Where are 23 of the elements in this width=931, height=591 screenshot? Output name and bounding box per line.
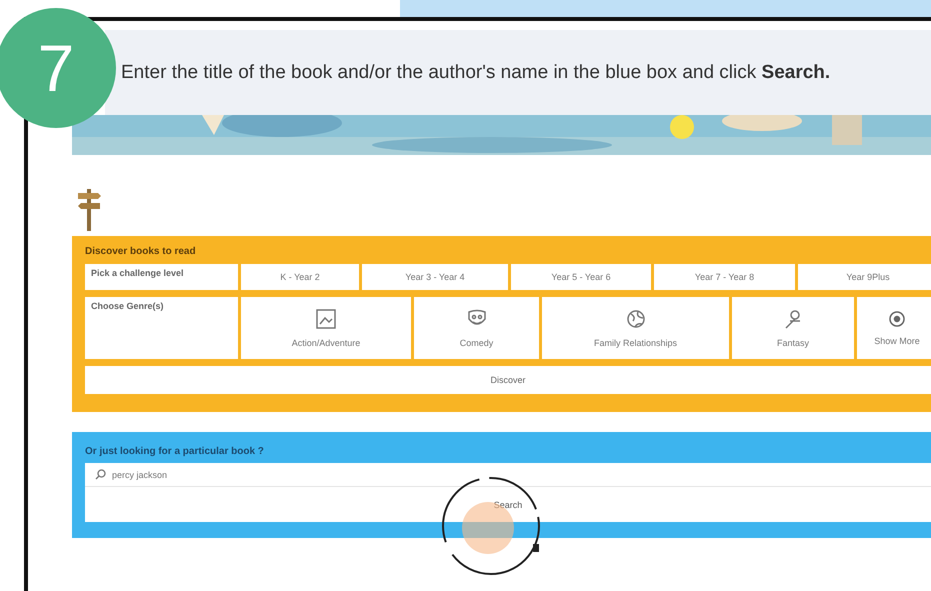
discover-button[interactable]: Discover: [85, 366, 931, 394]
search-icon: [95, 469, 106, 480]
more-icon: [888, 310, 906, 328]
level-label: Pick a challenge level: [85, 264, 238, 290]
genre-option[interactable]: Family Relationships: [542, 297, 729, 359]
panel-title: Or just looking for a particular book ?: [85, 446, 265, 457]
level-option[interactable]: Year 5 - Year 6: [511, 264, 651, 290]
genre-option[interactable]: Show More: [857, 297, 931, 359]
image-icon: [315, 308, 337, 330]
level-option[interactable]: Year 9Plus: [798, 264, 931, 290]
level-option[interactable]: Year 3 - Year 4: [362, 264, 508, 290]
search-field[interactable]: percy jackson: [85, 463, 931, 487]
panel-title: Discover books to read: [85, 246, 197, 257]
level-option[interactable]: Year 7 - Year 8: [654, 264, 795, 290]
step-number: 7: [0, 8, 116, 128]
genre-option[interactable]: Action/Adventure: [241, 297, 411, 359]
instruction-text: Enter the title of the book and/or the author's name in the blue box and click Search.: [121, 60, 832, 84]
search-button[interactable]: Search: [85, 487, 931, 522]
genre-option[interactable]: Comedy: [414, 297, 539, 359]
globe-icon: [624, 308, 646, 330]
genre-label: Choose Genre(s): [85, 297, 238, 359]
level-option[interactable]: K - Year 2: [241, 264, 359, 290]
genre-option[interactable]: Fantasy: [732, 297, 854, 359]
